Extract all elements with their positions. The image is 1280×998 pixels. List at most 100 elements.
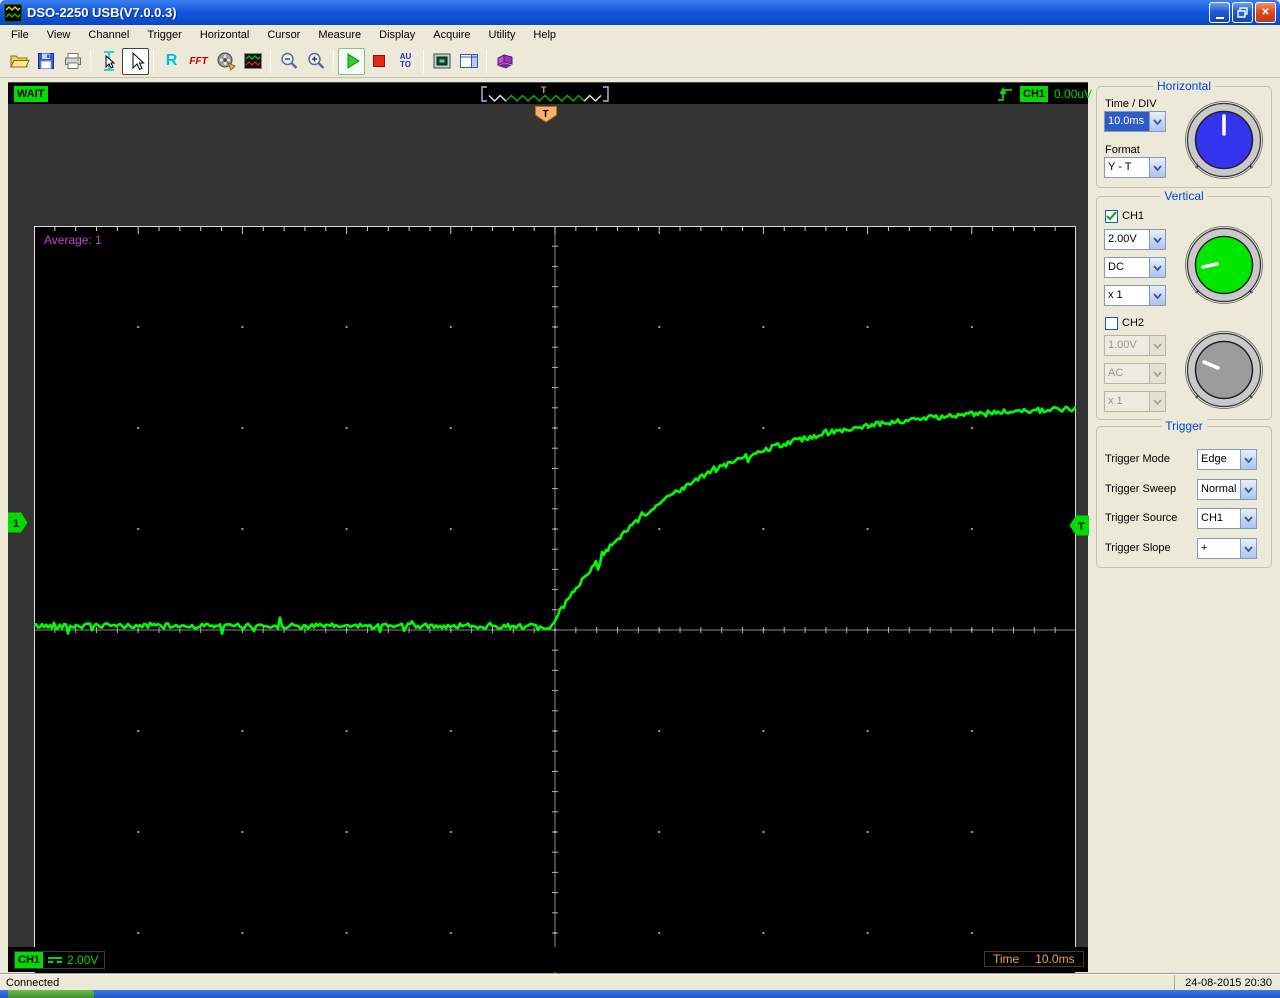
refresh-button[interactable]: R [158,48,185,75]
menu-display[interactable]: Display [370,26,424,44]
menu-channel[interactable]: Channel [79,26,138,44]
ch1-checkbox-label: CH1 [1122,210,1145,222]
trigger-info: CH1 0.00uV [996,85,1092,103]
ch1-vertical-knob[interactable] [1184,225,1264,305]
chevron-down-icon [1149,336,1165,355]
menu-cursor[interactable]: Cursor [258,26,309,44]
cursor-measure-button[interactable] [95,48,122,75]
channel1-level-marker[interactable]: 1 [8,512,28,533]
help-button[interactable] [491,48,518,75]
ch1-badge: CH1 [15,952,44,968]
menu-trigger[interactable]: Trigger [138,26,190,44]
toolbar: R FFT AU TO [0,45,1280,78]
preview-trigger-marker[interactable]: T [541,85,547,95]
menu-acquire[interactable]: Acquire [424,26,479,44]
chevron-down-icon[interactable] [1240,509,1256,528]
trigger-source-select[interactable]: CH1 [1197,508,1257,529]
help-book-icon [497,54,512,69]
channel1-marker-label: 1 [13,518,19,530]
toolbar-separator [486,49,487,73]
trigger-level-label: T [1078,521,1085,533]
ch1-checkbox[interactable] [1105,210,1118,223]
trigger-slope-value: + [1201,542,1208,554]
autoset-button[interactable]: AU TO [392,48,419,75]
restore-button[interactable] [1232,2,1253,23]
ch2-volts-select: 1.00V [1104,335,1166,356]
close-button[interactable]: ✕ [1255,2,1276,23]
timebase-status: Time 10.0ms [984,951,1084,967]
title-bar[interactable]: DSO-2250 USB(V7.0.0.3) ✕ [0,0,1280,25]
print-button[interactable] [59,48,86,75]
trigger-slope-select[interactable]: + [1197,538,1257,559]
trigger-position-label: T [543,109,549,120]
record-button[interactable] [212,48,239,75]
ch2-probe-value: x 1 [1108,395,1123,407]
app-window: DSO-2250 USB(V7.0.0.3) ✕ File View Chann… [0,0,1280,998]
panel-layout-button[interactable] [455,48,482,75]
ch1-volts-select[interactable]: 2.00V [1104,229,1166,250]
chevron-down-icon[interactable] [1149,286,1165,305]
fft-button[interactable]: FFT [185,48,212,75]
ch1-coupling-select[interactable]: DC [1104,257,1166,278]
stop-button[interactable] [365,48,392,75]
trigger-position-marker[interactable]: T [535,106,557,123]
ch2-checkbox[interactable] [1105,317,1118,330]
time-div-select[interactable]: 10.0ms [1104,111,1166,132]
full-screen-button[interactable] [428,48,455,75]
chevron-down-icon[interactable] [1240,450,1256,469]
menu-file[interactable]: File [2,26,38,44]
format-select[interactable]: Y - T [1104,157,1166,178]
zoom-in-button[interactable] [302,48,329,75]
trigger-level-value: 0.00uV [1054,87,1093,101]
chevron-down-icon[interactable] [1149,112,1165,131]
ch2-vertical-knob[interactable] [1184,330,1264,410]
menu-horizontal[interactable]: Horizontal [191,26,259,44]
minimize-button[interactable] [1209,2,1230,23]
film-reel-icon [217,52,236,71]
menu-measure[interactable]: Measure [309,26,370,44]
status-strip: WAIT T CH1 0.00uV [8,82,1092,104]
horizontal-knob[interactable] [1184,100,1264,180]
chevron-down-icon[interactable] [1149,258,1165,277]
trigger-sweep-select[interactable]: Normal [1197,479,1257,500]
menu-utility[interactable]: Utility [480,26,525,44]
save-button[interactable] [32,48,59,75]
zoom-out-button[interactable] [275,48,302,75]
ch1-status: CH1 2.00V [14,951,106,969]
waveform-preview[interactable]: T [479,84,611,104]
trigger-level-marker[interactable]: T [1069,515,1089,536]
trigger-mode-select[interactable]: Edge [1197,449,1257,470]
vertical-group-title: Vertical [1160,189,1208,203]
refresh-r-icon: R [165,52,178,69]
time-div-label: Time / DIV [1105,98,1157,110]
pointer-button[interactable] [122,47,149,75]
chevron-down-icon[interactable] [1149,158,1165,177]
menu-help[interactable]: Help [524,26,565,44]
horizontal-group-title: Horizontal [1152,79,1216,93]
save-floppy-icon [37,53,54,69]
zoom-in-icon [307,52,324,69]
trigger-group: Trigger Trigger Mode Edge Trigger Sweep … [1096,419,1272,568]
full-screen-icon [433,53,450,69]
format-label: Format [1105,144,1140,156]
average-label: Average: 1 [44,233,102,247]
chevron-down-icon[interactable] [1240,480,1256,499]
menu-view[interactable]: View [38,26,80,44]
toolbar-separator [90,49,91,73]
waveform-display-button[interactable] [239,48,266,75]
open-button[interactable] [5,48,32,75]
ch1-volts-per-div: 2.00V [67,953,99,967]
ch1-coupling-value: DC [1108,261,1124,273]
ch2-checkbox-label: CH2 [1122,317,1145,329]
time-label: Time [993,952,1020,966]
window-title: DSO-2250 USB(V7.0.0.3) [27,5,177,20]
chevron-down-icon[interactable] [1149,230,1165,249]
chevron-down-icon[interactable] [1240,539,1256,558]
start-button[interactable] [338,47,365,75]
panel-layout-icon [459,54,478,68]
start-button-fragment[interactable] [8,990,94,998]
toolbar-separator [153,49,154,73]
windows-taskbar[interactable] [0,990,1280,998]
ch1-probe-select[interactable]: x 1 [1104,285,1166,306]
trigger-group-title: Trigger [1161,419,1207,433]
